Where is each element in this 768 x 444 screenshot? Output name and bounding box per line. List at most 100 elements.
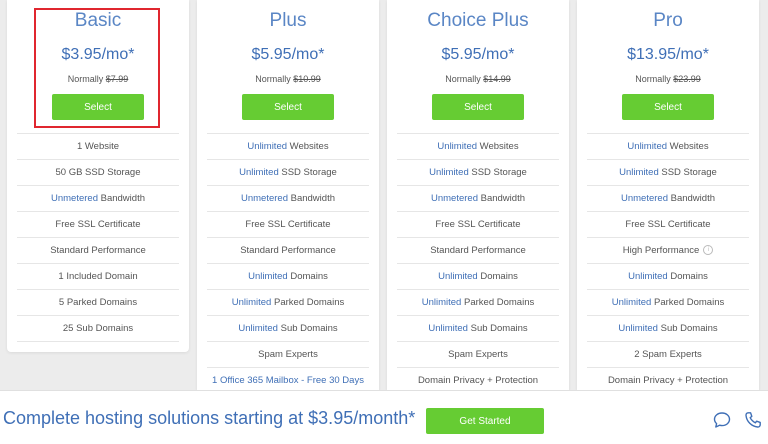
feature-item: Unlimited Parked Domains <box>397 290 559 316</box>
normal-price-value: $10.99 <box>293 74 321 84</box>
feature-text: Parked Domains <box>461 297 535 308</box>
feature-highlight: Unlimited <box>231 297 272 308</box>
feature-item: Spam Experts <box>207 342 369 368</box>
feature-text: Parked Domains <box>271 297 345 308</box>
normal-price: Normally $14.99 <box>387 74 569 86</box>
feature-text: SSD Storage <box>658 167 717 178</box>
feature-text: 2 Spam Experts <box>634 349 702 360</box>
plan-name: Pro <box>653 10 683 31</box>
feature-text: Standard Performance <box>240 245 336 256</box>
feature-text: 1 Included Domain <box>58 271 138 282</box>
feature-item: Spam Experts <box>397 342 559 368</box>
feature-text: Bandwidth <box>477 193 525 204</box>
feature-text: Websites <box>287 141 329 152</box>
chat-bubble-icon[interactable] <box>713 411 731 429</box>
feature-text: 5 Parked Domains <box>58 297 138 308</box>
feature-item: Unlimited Sub Domains <box>587 316 749 342</box>
phone-icon[interactable] <box>744 411 762 429</box>
feature-text: Bandwidth <box>97 193 145 204</box>
feature-item: Unmetered Bandwidth <box>397 186 559 212</box>
feature-text: Standard Performance <box>50 245 146 256</box>
feature-text: Sub Domains <box>657 323 718 334</box>
select-button-choice-plus[interactable]: Select <box>432 94 524 120</box>
feature-item: Standard Performance <box>207 238 369 264</box>
feature-item: Unlimited Websites <box>207 133 369 160</box>
feature-text: Domain Privacy + Protection <box>607 375 729 386</box>
feature-highlight: Unmetered <box>430 193 478 204</box>
feature-highlight: Unmetered <box>240 193 288 204</box>
plan-name: Choice Plus <box>427 10 529 31</box>
feature-text: Bandwidth <box>667 193 715 204</box>
feature-list: 1 Website 50 GB SSD Storage Unmetered Band… <box>7 133 189 342</box>
feature-text: Free SSL Certificate <box>625 219 711 230</box>
feature-text: Websites <box>667 141 709 152</box>
feature-item: Free SSL Certificate <box>587 212 749 238</box>
feature-item: Unlimited Domains <box>207 264 369 290</box>
feature-highlight: Unlimited <box>438 271 478 282</box>
feature-text: Domains <box>477 271 518 282</box>
feature-highlight: Unlimited <box>238 323 278 334</box>
feature-highlight: Unmetered <box>50 193 98 204</box>
feature-item: Free SSL Certificate <box>397 212 559 238</box>
feature-item: Unlimited Sub Domains <box>207 316 369 342</box>
feature-highlight: Unlimited <box>248 271 288 282</box>
feature-item: Unlimited Domains <box>587 264 749 290</box>
feature-item: Free SSL Certificate <box>17 212 179 238</box>
select-button-plus[interactable]: Select <box>242 94 334 120</box>
feature-text: Domains <box>667 271 708 282</box>
feature-highlight: Unmetered <box>620 193 668 204</box>
feature-item: Unlimited Websites <box>587 133 749 160</box>
feature-item: Unlimited Domains <box>397 264 559 290</box>
feature-item: Unlimited SSD Storage <box>397 160 559 186</box>
normal-price-value: $14.99 <box>483 74 511 84</box>
feature-text: Domains <box>287 271 328 282</box>
feature-item: Unlimited Sub Domains <box>397 316 559 342</box>
feature-item: 50 GB SSD Storage <box>17 160 179 186</box>
feature-highlight: Unlimited <box>437 141 478 152</box>
feature-item: 5 Parked Domains <box>17 290 179 316</box>
plan-price: $5.95/mo* <box>441 46 515 63</box>
feature-item: Unlimited Parked Domains <box>207 290 369 316</box>
bottom-cta-bar: Complete hosting solutions starting at $… <box>0 390 768 444</box>
plan-card-pro: Pro $13.95/mo* Normally $23.99 Select Un… <box>577 0 759 394</box>
feature-text: Free SSL Certificate <box>55 219 141 230</box>
highlight-box <box>34 8 160 128</box>
plan-card-choice-plus: Choice Plus $5.95/mo* Normally $14.99 Se… <box>387 0 569 394</box>
feature-text: Standard Performance <box>430 245 526 256</box>
feature-text: SSD Storage <box>278 167 337 178</box>
feature-text: SSD Storage <box>468 167 527 178</box>
feature-item: High Performance i <box>587 238 749 264</box>
feature-item: Standard Performance <box>397 238 559 264</box>
feature-highlight: Unlimited <box>619 167 659 178</box>
normal-price: Normally $23.99 <box>577 74 759 86</box>
feature-text: Domain Privacy + Protection <box>417 375 539 386</box>
feature-list: Unlimited Websites Unlimited SSD Storage U… <box>197 133 379 394</box>
feature-item: Unmetered Bandwidth <box>17 186 179 212</box>
feature-text: High Performance <box>622 245 700 256</box>
feature-item: Unmetered Bandwidth <box>207 186 369 212</box>
feature-item: 1 Website <box>17 133 179 160</box>
feature-list: Unlimited Websites Unlimited SSD Storage U… <box>387 133 569 394</box>
feature-text: Free SSL Certificate <box>435 219 521 230</box>
feature-text: Free SSL Certificate <box>245 219 331 230</box>
normal-price-label: Normally <box>445 74 484 84</box>
normal-price: Normally $10.99 <box>197 74 379 86</box>
plan-price: $13.95/mo* <box>627 46 709 63</box>
feature-highlight: 1 Office 365 Mailbox - Free 30 Days <box>212 375 364 386</box>
plan-name: Plus <box>269 10 307 31</box>
get-started-button[interactable]: Get Started <box>426 408 544 434</box>
feature-item: Unlimited SSD Storage <box>207 160 369 186</box>
feature-item: Unlimited Parked Domains <box>587 290 749 316</box>
feature-item: 2 Spam Experts <box>587 342 749 368</box>
feature-highlight: Unlimited <box>429 167 469 178</box>
feature-text: Spam Experts <box>448 349 508 360</box>
feature-text: Sub Domains <box>467 323 528 334</box>
normal-price-label: Normally <box>635 74 674 84</box>
cta-text: Complete hosting solutions starting at $… <box>3 408 416 428</box>
select-button-pro[interactable]: Select <box>622 94 714 120</box>
feature-item: Unmetered Bandwidth <box>587 186 749 212</box>
feature-highlight: Unlimited <box>611 297 652 308</box>
feature-text: Websites <box>477 141 519 152</box>
plan-card-plus: Plus $5.95/mo* Normally $10.99 Select Un… <box>197 0 379 394</box>
info-icon[interactable]: i <box>703 245 714 256</box>
